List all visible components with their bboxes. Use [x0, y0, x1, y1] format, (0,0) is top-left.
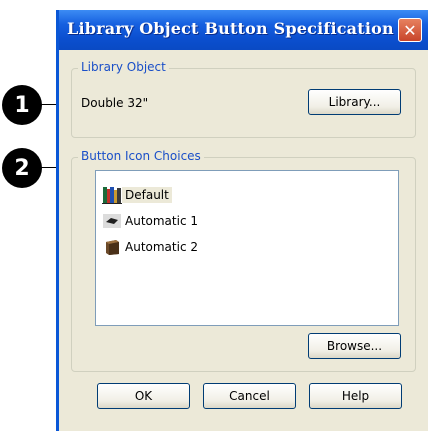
- title-bar[interactable]: Library Object Button Specification ✕: [59, 10, 428, 50]
- browse-button[interactable]: Browse...: [308, 333, 401, 359]
- list-item-label: Automatic 1: [125, 214, 198, 228]
- library-button[interactable]: Library...: [308, 89, 401, 115]
- close-icon: ✕: [403, 20, 417, 40]
- list-item-automatic-1[interactable]: Automatic 1: [102, 211, 201, 231]
- window-title: Library Object Button Specification: [67, 19, 394, 38]
- dialog-window: Library Object Button Specification ✕ Li…: [56, 10, 428, 431]
- callout-1: 1: [2, 85, 42, 125]
- list-item-automatic-2[interactable]: Automatic 2: [102, 237, 201, 257]
- cancel-button[interactable]: Cancel: [203, 383, 296, 409]
- callout-2: 2: [2, 148, 42, 188]
- icon-choices-list[interactable]: Default Automatic 1 Automatic 2: [95, 170, 399, 326]
- list-item-default[interactable]: Default: [102, 185, 172, 205]
- automatic-1-icon: [103, 214, 121, 228]
- help-button[interactable]: Help: [309, 383, 402, 409]
- button-icon-choices-legend: Button Icon Choices: [78, 149, 204, 163]
- ok-button[interactable]: OK: [97, 383, 190, 409]
- close-button[interactable]: ✕: [398, 18, 422, 42]
- library-object-value: Double 32": [81, 96, 149, 110]
- list-item-label: Automatic 2: [125, 240, 198, 254]
- books-icon: [102, 187, 122, 204]
- library-object-legend: Library Object: [78, 60, 169, 74]
- automatic-2-icon: [106, 240, 119, 255]
- list-item-label: Default: [122, 187, 172, 203]
